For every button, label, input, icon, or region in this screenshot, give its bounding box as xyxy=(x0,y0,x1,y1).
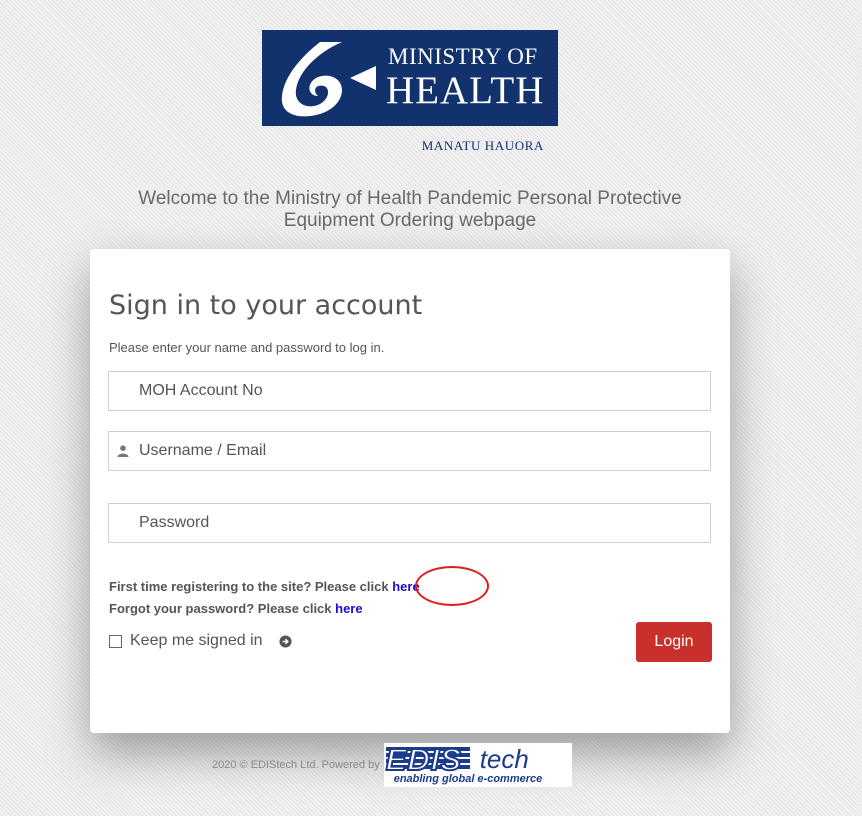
tech-wordmark: tech xyxy=(479,744,529,774)
register-prompt: First time registering to the site? Plea… xyxy=(109,579,393,594)
arrow-circle-right-icon[interactable] xyxy=(278,634,292,648)
edis-tagline: enabling global e-commerce xyxy=(393,773,543,785)
welcome-message: Welcome to the Ministry of Health Pandem… xyxy=(80,188,740,232)
password-input[interactable] xyxy=(139,504,699,542)
welcome-line2: Equipment Ordering webpage xyxy=(283,210,537,231)
account-input[interactable] xyxy=(139,372,699,410)
forgot-line: Forgot your password? Please click here xyxy=(109,601,363,616)
login-subtitle: Please enter your name and password to l… xyxy=(109,340,385,355)
footer: 2020 © EDIStech Ltd. Powered by EDIS tec… xyxy=(212,740,572,790)
logo-line2: HEALTH xyxy=(386,69,545,112)
keep-signed-in-checkbox[interactable] xyxy=(109,634,122,648)
user-icon xyxy=(117,445,129,457)
register-line: First time registering to the site? Plea… xyxy=(109,579,420,594)
edistech-logo: EDIS tech enabling global e-commerce xyxy=(383,741,572,789)
keep-signed-in: Keep me signed in xyxy=(109,632,292,650)
login-card: Sign in to your account Please enter you… xyxy=(90,249,730,733)
register-link[interactable]: here xyxy=(392,579,419,594)
forgot-password-link[interactable]: here xyxy=(335,601,362,616)
welcome-line1: Welcome to the Ministry of Health Pandem… xyxy=(138,188,682,209)
logo-box: MINISTRY OF HEALTH xyxy=(262,30,558,126)
account-field[interactable] xyxy=(108,371,711,411)
keep-signed-in-label[interactable]: Keep me signed in xyxy=(130,632,263,650)
logo-subtitle: MANATU HAUORA xyxy=(421,138,544,153)
username-input[interactable] xyxy=(139,432,699,470)
username-field[interactable] xyxy=(108,431,711,471)
logo-line1: MINISTRY OF xyxy=(388,44,538,69)
login-button[interactable]: Login xyxy=(636,622,712,662)
footer-text: 2020 © EDIStech Ltd. Powered by xyxy=(212,759,380,771)
login-title: Sign in to your account xyxy=(109,290,423,321)
password-field[interactable] xyxy=(108,503,711,543)
koru-logo-icon xyxy=(281,42,376,117)
forgot-prompt: Forgot your password? Please click xyxy=(109,601,336,616)
ministry-logo: MINISTRY OF HEALTH MANATU HAUORA xyxy=(262,30,558,154)
